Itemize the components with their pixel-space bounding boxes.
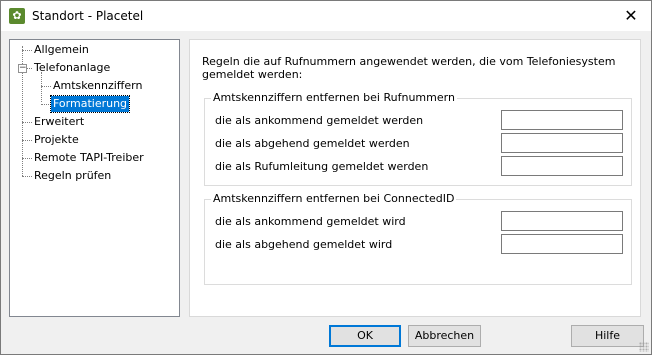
group-rufnummern: Amtskennziffern entfernen bei Rufnummern… — [204, 91, 632, 186]
intro-text: Regeln die auf Rufnummern angewendet wer… — [202, 55, 616, 81]
group-connectedid: Amtskennziffern entfernen bei ConnectedI… — [204, 192, 632, 285]
tree-item-amtskennziffern[interactable]: Amtskennziffern — [53, 78, 142, 94]
help-button[interactable]: Hilfe — [571, 325, 644, 347]
connectedid-outgoing-input[interactable] — [501, 234, 623, 254]
tree-item-allgemein[interactable]: Allgemein — [34, 42, 89, 58]
tree-guide-line — [41, 86, 51, 87]
tree-guide-line — [22, 140, 32, 141]
row-label: die als abgehend gemeldet werden — [215, 137, 410, 150]
outgoing-prefix-input[interactable] — [501, 133, 623, 153]
row-label: die als abgehend gemeldet wird — [215, 238, 393, 251]
settings-tree: − Allgemein Telefonanlage Amtskennziffer… — [9, 39, 180, 317]
tree-guide-line — [22, 122, 32, 123]
tree-guide-line — [27, 68, 32, 69]
cancel-button[interactable]: Abbrechen — [408, 325, 481, 347]
row-label: die als Rufumleitung gemeldet werden — [215, 160, 429, 173]
tree-item-formatierung[interactable]: Formatierung — [49, 95, 131, 113]
dialog-window: ✿ Standort - Placetel ✕ − Allgemein Tele… — [0, 0, 652, 355]
tree-item-erweitert[interactable]: Erweitert — [34, 114, 84, 130]
tree-guide-line — [22, 176, 32, 177]
formatting-panel: Regeln die auf Rufnummern angewendet wer… — [189, 39, 641, 317]
close-button[interactable]: ✕ — [611, 1, 651, 31]
collapse-toggle-icon[interactable]: − — [18, 64, 27, 73]
row-label: die als ankommend gemeldet wird — [215, 215, 406, 228]
title-bar: ✿ Standort - Placetel ✕ — [1, 1, 651, 31]
tree-guide-line — [41, 104, 51, 105]
tree-item-remote-tapi-treiber[interactable]: Remote TAPI-Treiber — [34, 150, 144, 166]
tree-guide-line — [22, 158, 32, 159]
tree-item-regeln-pruefen[interactable]: Regeln prüfen — [34, 168, 111, 184]
group-title: Amtskennziffern entfernen bei Rufnummern — [211, 91, 457, 104]
tree-guide-line — [22, 50, 32, 51]
app-gear-icon: ✿ — [9, 8, 25, 24]
group-title: Amtskennziffern entfernen bei ConnectedI… — [211, 192, 457, 205]
tree-guide-line — [41, 72, 42, 102]
resize-grip-icon[interactable] — [639, 342, 649, 352]
tree-item-telefonanlage[interactable]: Telefonanlage — [34, 60, 110, 76]
forwarding-prefix-input[interactable] — [501, 156, 623, 176]
tree-item-projekte[interactable]: Projekte — [34, 132, 79, 148]
window-title: Standort - Placetel — [32, 9, 144, 23]
ok-button[interactable]: OK — [329, 325, 401, 347]
incoming-prefix-input[interactable] — [501, 110, 623, 130]
row-label: die als ankommend gemeldet werden — [215, 114, 424, 127]
connectedid-incoming-input[interactable] — [501, 211, 623, 231]
